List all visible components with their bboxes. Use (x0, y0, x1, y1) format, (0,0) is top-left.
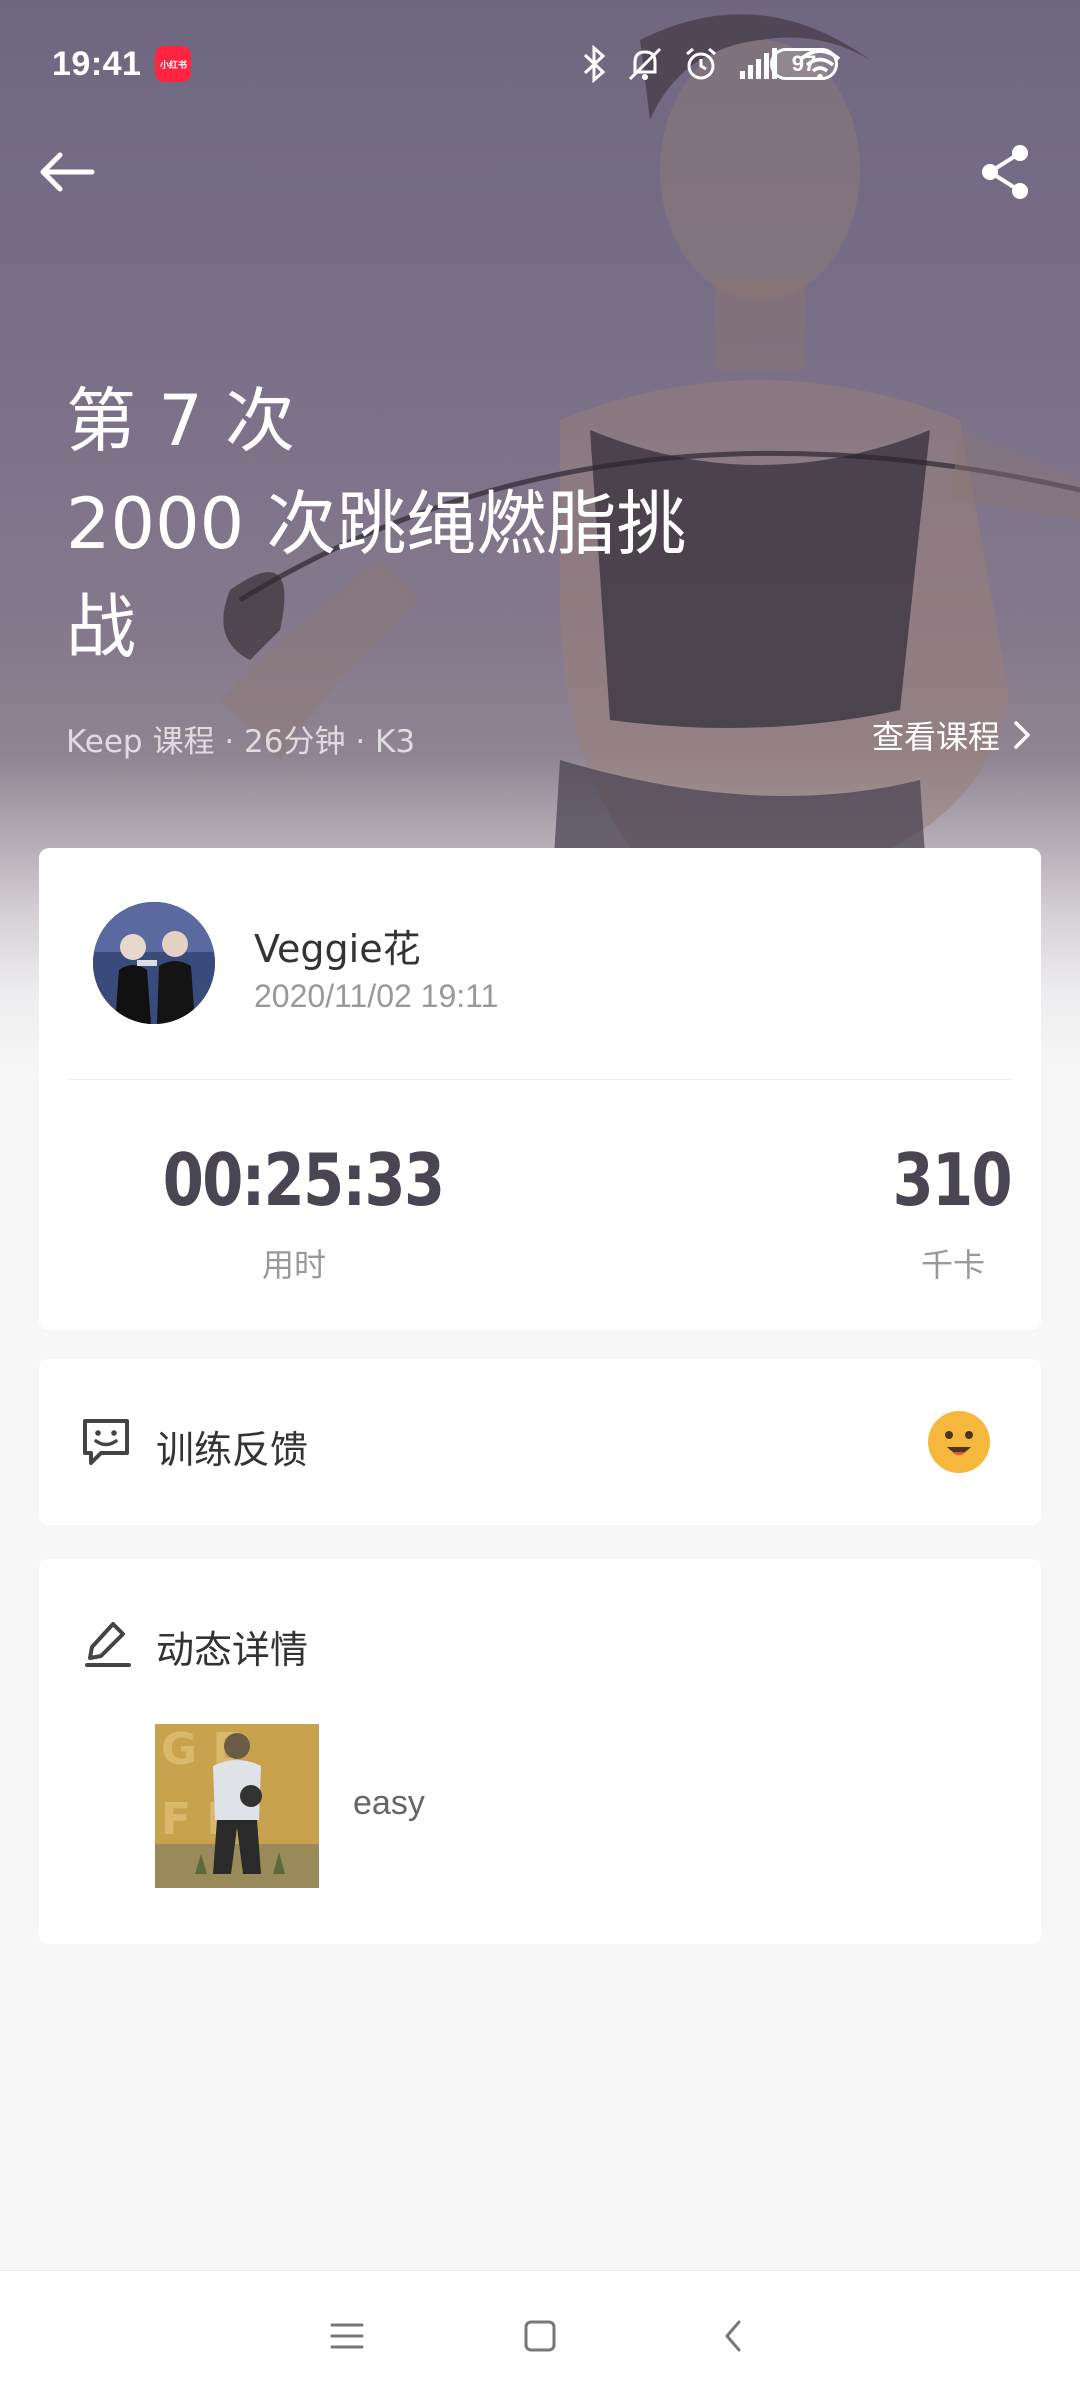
avatar-image (93, 902, 215, 1024)
duration-label: 用时 (261, 1246, 326, 1284)
pen-icon (85, 1622, 131, 1667)
duration-value: 00:25:33 (162, 1138, 445, 1222)
calories-label: 千卡 (920, 1246, 985, 1284)
share-icon (982, 145, 1028, 199)
nav-back-button[interactable] (703, 2306, 763, 2366)
status-time: 19:41 (52, 44, 142, 83)
share-button[interactable] (974, 140, 1038, 204)
battery-indicator: 97 (770, 48, 838, 80)
app-notification-badge: 小红书 (155, 46, 192, 82)
course-title-line: 第 7 次 (66, 380, 296, 462)
course-title-line: 战 (66, 586, 136, 668)
calories-value: 310 (892, 1138, 1013, 1222)
smiling-face-icon (928, 1411, 990, 1473)
post-image: G E F R (155, 1724, 319, 1888)
menu-icon (330, 2323, 364, 2348)
status-bar: 19:41 小红书 (0, 0, 1080, 128)
course-meta: Keep 课程 · 26分钟 · K3 (66, 724, 416, 760)
back-button[interactable] (36, 140, 100, 204)
chevron-right-icon (1014, 721, 1030, 749)
post-detail-label: 动态详情 (156, 1628, 309, 1672)
back-arrow-icon (40, 152, 95, 192)
alarm-icon (686, 47, 716, 80)
bluetooth-icon (583, 45, 606, 83)
system-navigation-bar (0, 2270, 1080, 2400)
view-course-link[interactable]: 查看课程 (872, 712, 1032, 758)
mute-bell-icon (628, 47, 662, 81)
workout-datetime: 2020/11/02 19:11 (254, 978, 499, 1014)
post-image-thumbnail[interactable]: G E F R (155, 1724, 319, 1888)
nav-menu-button[interactable] (317, 2306, 377, 2366)
post-detail-card: 动态详情 G E F R easy (39, 1559, 1041, 1944)
course-title: 第 7 次 2000 次跳绳燃脂挑 战 (66, 370, 766, 679)
user-name[interactable]: Veggie花 (254, 918, 421, 973)
view-course-label: 查看课程 (871, 718, 1000, 756)
home-square-icon (524, 2320, 556, 2351)
post-text: easy (353, 1784, 425, 1822)
training-feedback-row[interactable]: 训练反馈 (39, 1359, 1041, 1525)
divider (66, 1079, 1014, 1080)
training-feedback-label: 训练反馈 (156, 1428, 309, 1472)
avatar[interactable] (93, 902, 215, 1024)
workout-summary-card: Veggie花 2020/11/02 19:11 00:25:33 用时 310… (39, 848, 1041, 1330)
course-title-line: 2000 次跳绳燃脂挑 (66, 483, 687, 565)
nav-home-button[interactable] (510, 2306, 570, 2366)
feedback-icon (83, 1419, 129, 1465)
chevron-left-icon (725, 2320, 741, 2351)
